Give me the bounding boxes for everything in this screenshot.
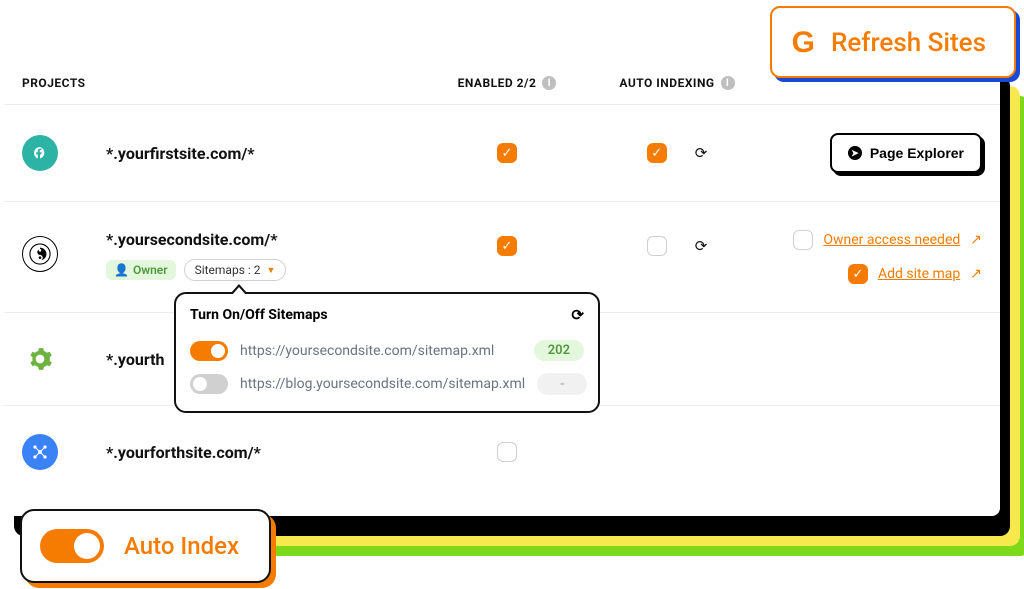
add-sitemap-link[interactable]: Add site map: [878, 266, 960, 282]
project-row: *.yourforthsite.com/*: [4, 406, 1000, 498]
enabled-checkbox[interactable]: ✓: [497, 236, 517, 256]
sitemap-toggle[interactable]: [190, 374, 228, 394]
header-auto-label: Auto Indexing: [619, 76, 714, 90]
enabled-checkbox[interactable]: ✓: [497, 143, 517, 163]
site-avatar-icon: [22, 341, 58, 377]
enabled-checkbox[interactable]: [497, 442, 517, 462]
add-sitemap-checkbox[interactable]: ✓: [848, 264, 868, 284]
refresh-sites-button[interactable]: G Refresh Sites: [770, 6, 1016, 78]
owner-badge: 👤 Owner: [106, 260, 176, 280]
auto-index-card: Auto Index: [20, 509, 271, 583]
page-explorer-button[interactable]: ➤ Page Explorer: [830, 133, 982, 173]
owner-badge-label: Owner: [133, 263, 168, 277]
google-g-icon: G: [792, 26, 815, 60]
sitemap-count: 202: [534, 340, 584, 361]
info-icon[interactable]: i: [721, 76, 735, 90]
site-avatar-icon: [22, 135, 58, 171]
header-projects: Projects: [22, 76, 422, 90]
chevron-down-icon: ▼: [267, 265, 276, 276]
site-name: *.yoursecondsite.com/*: [106, 230, 422, 249]
auto-index-label: Auto Index: [124, 532, 239, 560]
sitemaps-label: Sitemaps : 2: [195, 263, 261, 277]
external-link-icon[interactable]: ↗: [970, 232, 982, 248]
refresh-icon[interactable]: ⟳: [571, 306, 584, 324]
owner-access-checkbox[interactable]: [793, 230, 813, 250]
sitemap-toggle[interactable]: [190, 341, 228, 361]
header-enabled-label: Enabled 2/2: [458, 76, 537, 90]
sitemaps-popover: Turn On/Off Sitemaps ⟳ https://yoursecon…: [174, 292, 600, 413]
site-name: *.yourforthsite.com/*: [106, 443, 422, 462]
auto-index-toggle[interactable]: [40, 529, 104, 563]
page-explorer-label: Page Explorer: [870, 145, 964, 161]
refresh-sites-label: Refresh Sites: [831, 28, 986, 58]
owner-access-link[interactable]: Owner access needed: [823, 232, 960, 248]
sitemap-count: -: [537, 373, 587, 395]
external-link-icon[interactable]: ↗: [970, 266, 982, 282]
site-name: *.yourfirstsite.com/*: [106, 144, 422, 163]
auto-index-button[interactable]: Auto Index: [20, 509, 271, 583]
popover-title: Turn On/Off Sitemaps: [190, 307, 328, 323]
refresh-icon[interactable]: ⟳: [695, 144, 708, 162]
site-avatar-icon: [22, 434, 58, 470]
compass-icon: ➤: [848, 146, 862, 160]
project-row: *.yourfirstsite.com/* ✓ ✓ ⟳ ➤ Page Explo…: [4, 105, 1000, 202]
user-icon: 👤: [114, 263, 129, 277]
refresh-icon[interactable]: ⟳: [695, 237, 708, 255]
sitemap-url: https://yoursecondsite.com/sitemap.xml: [240, 343, 522, 359]
sitemap-row: https://yoursecondsite.com/sitemap.xml 2…: [190, 334, 584, 367]
sitemap-row: https://blog.yoursecondsite.com/sitemap.…: [190, 367, 584, 401]
refresh-sites-card: G Refresh Sites: [770, 6, 1016, 78]
header-auto-indexing: Auto Indexing i: [592, 76, 762, 90]
sitemap-url: https://blog.yoursecondsite.com/sitemap.…: [240, 376, 525, 392]
site-avatar-icon: [22, 236, 58, 272]
projects-panel: Projects Enabled 2/2 i Auto Indexing i *…: [4, 56, 1000, 516]
auto-index-checkbox[interactable]: ✓: [647, 143, 667, 163]
info-icon[interactable]: i: [542, 76, 556, 90]
header-enabled: Enabled 2/2 i: [422, 76, 592, 90]
auto-index-checkbox[interactable]: [647, 236, 667, 256]
sitemaps-dropdown[interactable]: Sitemaps : 2 ▼: [184, 259, 287, 281]
